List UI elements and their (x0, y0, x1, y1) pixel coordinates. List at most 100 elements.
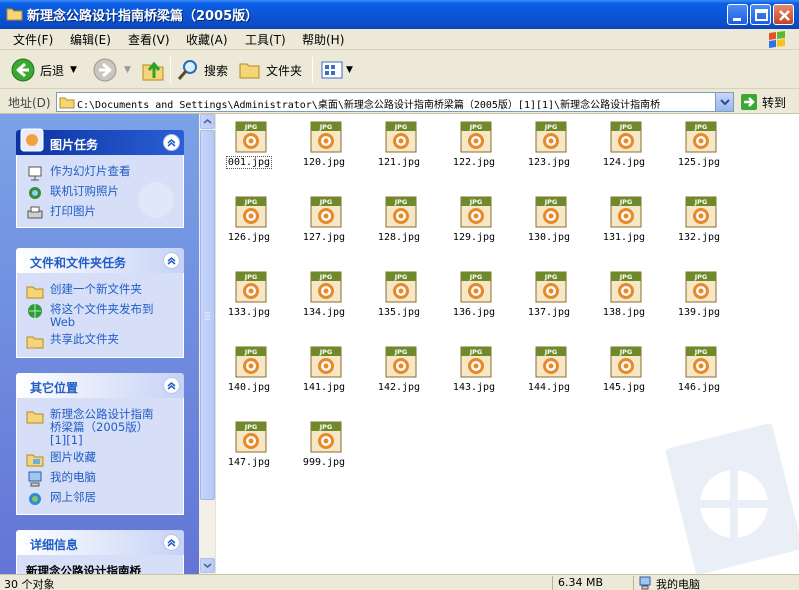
file-item[interactable]: JPG 136.jpg (439, 267, 509, 327)
file-item[interactable]: JPG 129.jpg (439, 192, 509, 252)
file-tasks-header[interactable]: 文件和文件夹任务 (16, 248, 184, 273)
collapse-chevron-icon[interactable] (163, 377, 180, 394)
collapse-chevron-icon[interactable] (163, 252, 180, 269)
menu-file[interactable]: 文件(F) (13, 31, 53, 48)
file-item[interactable]: JPG 140.jpg (214, 342, 284, 402)
jpg-badge-text: JPG (469, 273, 483, 281)
jpg-badge-text: JPG (319, 273, 333, 281)
file-item[interactable]: JPG 145.jpg (589, 342, 659, 402)
explorer-window: 新理念公路设计指南桥梁篇（2005版） 文件(F) 编辑(E) 查看(V) 收藏… (0, 0, 799, 590)
menu-tools[interactable]: 工具(T) (245, 31, 286, 48)
file-item[interactable]: JPG 142.jpg (364, 342, 434, 402)
status-object-count: 30 个对象 (4, 578, 55, 590)
collapse-chevron-icon[interactable] (163, 534, 180, 551)
file-item[interactable]: JPG 122.jpg (439, 117, 509, 177)
file-name: 126.jpg (227, 232, 271, 243)
scroll-down-button[interactable] (200, 558, 215, 573)
jpg-file-icon: JPG (235, 346, 267, 378)
picture-tasks-header[interactable]: 图片任务 (16, 128, 184, 155)
jpg-file-icon: JPG (610, 271, 642, 303)
back-button[interactable]: 后退 ▼ (10, 56, 77, 84)
file-item[interactable]: JPG 131.jpg (589, 192, 659, 252)
menu-edit[interactable]: 编辑(E) (70, 31, 111, 48)
file-item[interactable]: JPG 146.jpg (664, 342, 734, 402)
file-item[interactable]: JPG 120.jpg (289, 117, 359, 177)
address-path: C:\Documents and Settings\Administrator\… (77, 100, 661, 111)
search-button[interactable]: 搜索 (176, 56, 228, 84)
menu-view[interactable]: 查看(V) (128, 31, 170, 48)
place-network[interactable]: 网上邻居 (26, 491, 177, 507)
close-icon (779, 10, 790, 21)
scroll-thumb[interactable] (200, 130, 215, 500)
task-new-folder[interactable]: 创建一个新文件夹 (26, 283, 177, 299)
jpg-badge-text: JPG (244, 123, 258, 131)
task-share-folder[interactable]: 共享此文件夹 (26, 333, 177, 349)
file-item[interactable]: JPG 135.jpg (364, 267, 434, 327)
up-folder-icon (142, 61, 164, 81)
file-item[interactable]: JPG 125.jpg (664, 117, 734, 177)
file-item[interactable]: JPG 147.jpg (214, 417, 284, 477)
task-order-prints[interactable]: 联机订购照片 (26, 185, 177, 201)
close-button[interactable] (773, 4, 794, 25)
file-item[interactable]: JPG 143.jpg (439, 342, 509, 402)
task-print-pictures[interactable]: 打印图片 (26, 205, 177, 221)
place-my-pictures[interactable]: 图片收藏 (26, 451, 177, 467)
folders-button[interactable]: 文件夹 (238, 56, 302, 84)
file-item[interactable]: JPG 144.jpg (514, 342, 584, 402)
file-item[interactable]: JPG 123.jpg (514, 117, 584, 177)
toolbar-separator (170, 57, 171, 83)
up-folder-button[interactable] (140, 56, 166, 84)
other-places-header[interactable]: 其它位置 (16, 373, 184, 398)
jpg-file-icon: JPG (310, 421, 342, 453)
jpg-badge-text: JPG (544, 123, 558, 131)
my-pictures-icon (26, 454, 44, 467)
details-body: 新理念公路设计指南桥 (16, 555, 184, 574)
jpg-file-icon: JPG (235, 196, 267, 228)
standard-toolbar: 后退 ▼ ▼ 搜索 文件夹 ▼ (0, 51, 799, 89)
forward-button[interactable]: ▼ (92, 56, 131, 84)
go-button[interactable]: 转到 (740, 93, 786, 111)
file-item[interactable]: JPG 139.jpg (664, 267, 734, 327)
file-item[interactable]: JPG 001.jpg (214, 117, 284, 177)
views-button[interactable]: ▼ (320, 56, 353, 84)
file-item[interactable]: JPG 138.jpg (589, 267, 659, 327)
place-my-computer[interactable]: 我的电脑 (26, 471, 177, 487)
task-slideshow[interactable]: 作为幻灯片查看 (26, 165, 177, 181)
back-dropdown-icon[interactable]: ▼ (70, 65, 77, 75)
jpg-badge-text: JPG (394, 198, 408, 206)
details-header[interactable]: 详细信息 (16, 530, 184, 555)
address-input[interactable]: C:\Documents and Settings\Administrator\… (56, 92, 734, 112)
file-item[interactable]: JPG 130.jpg (514, 192, 584, 252)
file-item[interactable]: JPG 128.jpg (364, 192, 434, 252)
jpg-file-icon: JPG (685, 271, 717, 303)
file-view[interactable]: JPG 001.jpg JPG 120.jpg JPG 121.jpg JPG 122.jpg… (199, 114, 799, 574)
maximize-button[interactable] (750, 4, 771, 25)
task-publish-web[interactable]: 将这个文件夹发布到 Web (26, 303, 177, 329)
file-item[interactable]: JPG 133.jpg (214, 267, 284, 327)
picture-tasks-body: 作为幻灯片查看 联机订购照片 打印图片 (16, 155, 184, 228)
collapse-chevron-icon[interactable] (163, 134, 180, 151)
jpg-badge-text: JPG (244, 198, 258, 206)
jpg-file-icon: JPG (460, 271, 492, 303)
file-item[interactable]: JPG 134.jpg (289, 267, 359, 327)
file-item[interactable]: JPG 121.jpg (364, 117, 434, 177)
title-bar[interactable]: 新理念公路设计指南桥梁篇（2005版） (0, 0, 799, 29)
forward-dropdown-icon[interactable]: ▼ (124, 65, 131, 75)
file-item[interactable]: JPG 137.jpg (514, 267, 584, 327)
scroll-up-button[interactable] (200, 114, 215, 129)
views-dropdown-icon[interactable]: ▼ (346, 65, 353, 75)
place-parent-folder[interactable]: 新理念公路设计指南 桥梁篇（2005版） [1][1] (26, 408, 177, 447)
address-dropdown-button[interactable] (715, 93, 733, 111)
menu-help[interactable]: 帮助(H) (302, 31, 344, 48)
minimize-button[interactable] (727, 4, 748, 25)
jpg-badge-text: JPG (469, 198, 483, 206)
chevron-down-icon (720, 99, 730, 106)
file-item[interactable]: JPG 127.jpg (289, 192, 359, 252)
file-item[interactable]: JPG 126.jpg (214, 192, 284, 252)
picture-tasks-icon (20, 128, 44, 152)
file-item[interactable]: JPG 132.jpg (664, 192, 734, 252)
menu-favorites[interactable]: 收藏(A) (186, 31, 228, 48)
file-item[interactable]: JPG 124.jpg (589, 117, 659, 177)
file-item[interactable]: JPG 999.jpg (289, 417, 359, 477)
file-item[interactable]: JPG 141.jpg (289, 342, 359, 402)
